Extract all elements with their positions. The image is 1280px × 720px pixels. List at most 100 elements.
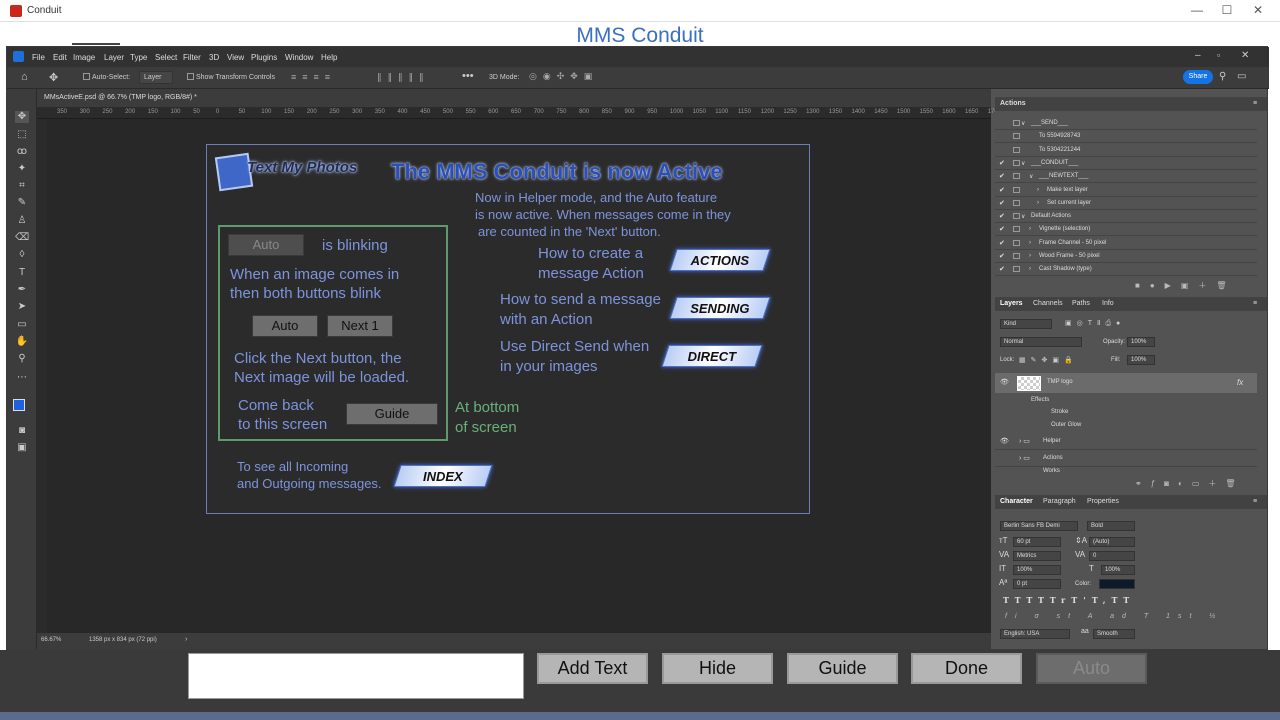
action-dialog-toggle-icon[interactable] bbox=[1013, 253, 1020, 259]
blend-mode-dropdown[interactable]: Normal bbox=[1000, 337, 1082, 347]
align-icons[interactable]: ≡≡≡≡ bbox=[291, 72, 336, 82]
action-row[interactable]: ✔ › Vignette (selection) bbox=[995, 223, 1257, 237]
tab-channels[interactable]: Channels bbox=[1033, 300, 1063, 307]
menu-select[interactable]: Select bbox=[155, 53, 177, 62]
opacity-field[interactable]: 100% bbox=[1127, 337, 1155, 347]
share-button[interactable]: Share bbox=[1183, 70, 1213, 84]
foreground-color-swatch[interactable] bbox=[13, 399, 25, 411]
all-caps-button[interactable]: TT bbox=[1026, 595, 1049, 605]
action-row[interactable]: ∨ ___SEND___ bbox=[995, 117, 1257, 130]
more-icon[interactable]: ••• bbox=[462, 70, 474, 82]
menu-window[interactable]: Window bbox=[285, 53, 313, 62]
expand-chevron-icon[interactable]: › bbox=[1029, 253, 1031, 259]
distribute-icons[interactable]: ∥∥∥∥∥ bbox=[377, 72, 430, 83]
layer-effects[interactable]: Effects bbox=[1031, 397, 1049, 403]
action-check-icon[interactable]: ✔ bbox=[999, 239, 1005, 247]
transform-checkbox[interactable] bbox=[187, 73, 194, 80]
layer-fx-icon[interactable]: fx bbox=[1237, 378, 1243, 387]
horizontal-scale-field[interactable]: 100% bbox=[1101, 565, 1135, 575]
action-row[interactable]: ✔ ∨ Default Actions bbox=[995, 210, 1257, 224]
actions-controls[interactable]: ■●▶▣＋🗑 bbox=[1135, 280, 1237, 291]
action-dialog-toggle-icon[interactable] bbox=[1013, 239, 1020, 246]
action-row[interactable]: ✔ › Frame Channel - 50 pixel bbox=[995, 237, 1257, 250]
tab-properties[interactable]: Properties bbox=[1087, 498, 1119, 505]
add-text-button[interactable]: Add Text bbox=[537, 653, 648, 684]
action-row[interactable]: ✔ › Wood Frame - 50 pixel bbox=[995, 250, 1257, 263]
font-style-dropdown[interactable]: Bold bbox=[1087, 521, 1135, 531]
action-row[interactable]: ✔ ∨ ___NEWTEXT___ bbox=[995, 170, 1257, 184]
tab-paths[interactable]: Paths bbox=[1072, 300, 1090, 307]
action-row[interactable]: ✔ › Make text layer bbox=[995, 184, 1257, 197]
3d-tool-icons[interactable]: ◎◉✣✥▣ bbox=[529, 71, 598, 82]
panel-menu-icon[interactable]: ≡ bbox=[1253, 100, 1257, 107]
layer-controls[interactable]: ⚭ƒ◙◐▭＋🗑 bbox=[1135, 478, 1245, 489]
menu-file[interactable]: File bbox=[32, 53, 45, 62]
expand-chevron-icon[interactable]: › bbox=[1037, 200, 1039, 206]
action-dialog-toggle-icon[interactable] bbox=[1013, 146, 1020, 153]
action-dialog-toggle-icon[interactable] bbox=[1013, 266, 1020, 273]
workspace-icon[interactable]: ▭ bbox=[1237, 71, 1246, 82]
menu-help[interactable]: Help bbox=[321, 53, 337, 62]
superscript-button[interactable]: T' bbox=[1071, 595, 1091, 605]
leading-field[interactable]: (Auto) bbox=[1089, 537, 1135, 547]
eraser-icon[interactable]: ⌫ bbox=[15, 232, 29, 244]
lasso-icon[interactable]: ꝏ bbox=[15, 146, 29, 158]
menu-layer[interactable]: Layer bbox=[104, 53, 124, 62]
brush-icon[interactable]: ✎ bbox=[15, 197, 29, 209]
vertical-scale-field[interactable]: 100% bbox=[1013, 565, 1061, 575]
action-check-icon[interactable]: ✔ bbox=[999, 265, 1005, 273]
subscript-button[interactable]: T, bbox=[1092, 595, 1112, 605]
char-panel-menu-icon[interactable]: ≡ bbox=[1253, 498, 1257, 505]
layer-effect-stroke[interactable]: Stroke bbox=[1051, 409, 1068, 415]
home-icon[interactable]: ⌂ bbox=[21, 71, 28, 83]
stamp-icon[interactable]: ♙ bbox=[15, 215, 29, 227]
tab-character[interactable]: Character bbox=[1000, 498, 1033, 505]
action-dialog-toggle-icon[interactable] bbox=[1013, 159, 1020, 166]
action-check-icon[interactable]: ✔ bbox=[999, 252, 1005, 260]
kerning-field[interactable]: Metrics bbox=[1013, 551, 1061, 561]
baseline-field[interactable]: 0 pt bbox=[1013, 579, 1061, 589]
faux-bold-button[interactable]: T bbox=[1003, 595, 1015, 605]
expand-chevron-icon[interactable]: › bbox=[1029, 226, 1031, 232]
font-size-field[interactable]: 60 pt bbox=[1013, 537, 1061, 547]
language-dropdown[interactable]: English: USA bbox=[1000, 629, 1070, 639]
guide-button[interactable]: Guide bbox=[787, 653, 898, 684]
text-color-swatch[interactable] bbox=[1099, 579, 1135, 589]
action-dialog-toggle-icon[interactable] bbox=[1013, 133, 1020, 140]
layer-row-selected[interactable]: 👁 TMP logo fx bbox=[995, 373, 1257, 393]
layer-filter-kind[interactable]: Kind bbox=[1000, 319, 1052, 329]
rectangle-icon[interactable]: ▭ bbox=[15, 319, 29, 331]
expand-chevron-icon[interactable]: › bbox=[1029, 240, 1031, 246]
more-tools-icon[interactable]: ⋯ bbox=[15, 372, 29, 384]
menu-image[interactable]: Image bbox=[73, 53, 95, 62]
action-check-icon[interactable]: ✔ bbox=[999, 159, 1005, 167]
move-icon[interactable]: ✥ bbox=[15, 111, 29, 123]
search-icon[interactable]: ⚲ bbox=[1219, 71, 1226, 82]
fill-field[interactable]: 100% bbox=[1127, 355, 1155, 365]
tracking-field[interactable]: 0 bbox=[1089, 551, 1135, 561]
action-check-icon[interactable]: ✔ bbox=[999, 186, 1005, 194]
expand-chevron-icon[interactable]: ∨ bbox=[1029, 173, 1033, 180]
layers-panel-menu-icon[interactable]: ≡ bbox=[1253, 300, 1257, 307]
action-row[interactable]: ✔ ∨ ___CONDUIT___ bbox=[995, 157, 1257, 170]
menu-view[interactable]: View bbox=[227, 53, 244, 62]
menu-3d[interactable]: 3D bbox=[209, 53, 219, 62]
type-tool-icon[interactable]: T bbox=[15, 267, 29, 279]
hide-button[interactable]: Hide bbox=[662, 653, 773, 684]
action-row[interactable]: To 5594928743 bbox=[995, 130, 1257, 144]
tab-paragraph[interactable]: Paragraph bbox=[1043, 498, 1076, 505]
expand-chevron-icon[interactable]: ∨ bbox=[1021, 160, 1025, 167]
layer-filter-icons[interactable]: ▣◎TⅡ⎙● bbox=[1065, 319, 1125, 328]
done-button[interactable]: Done bbox=[911, 653, 1022, 684]
ps-maximize-icon[interactable]: ▫ bbox=[1217, 50, 1220, 60]
expand-chevron-icon[interactable]: › bbox=[1037, 187, 1039, 193]
type-style-buttons[interactable]: TTTTTrT'T,TT bbox=[1003, 595, 1143, 605]
minimize-icon[interactable]: — bbox=[1187, 3, 1207, 17]
action-dialog-toggle-icon[interactable] bbox=[1013, 199, 1020, 206]
layer-row-works[interactable]: Works bbox=[995, 467, 1257, 475]
action-row[interactable]: ✔ › Cast Shadow (type) bbox=[995, 263, 1257, 277]
font-family-dropdown[interactable]: Berlin Sans FB Demi bbox=[1000, 521, 1078, 531]
expand-chevron-icon[interactable]: ∨ bbox=[1021, 213, 1025, 220]
action-check-icon[interactable]: ✔ bbox=[999, 212, 1005, 220]
zoom-level[interactable]: 66.67% bbox=[41, 637, 61, 643]
